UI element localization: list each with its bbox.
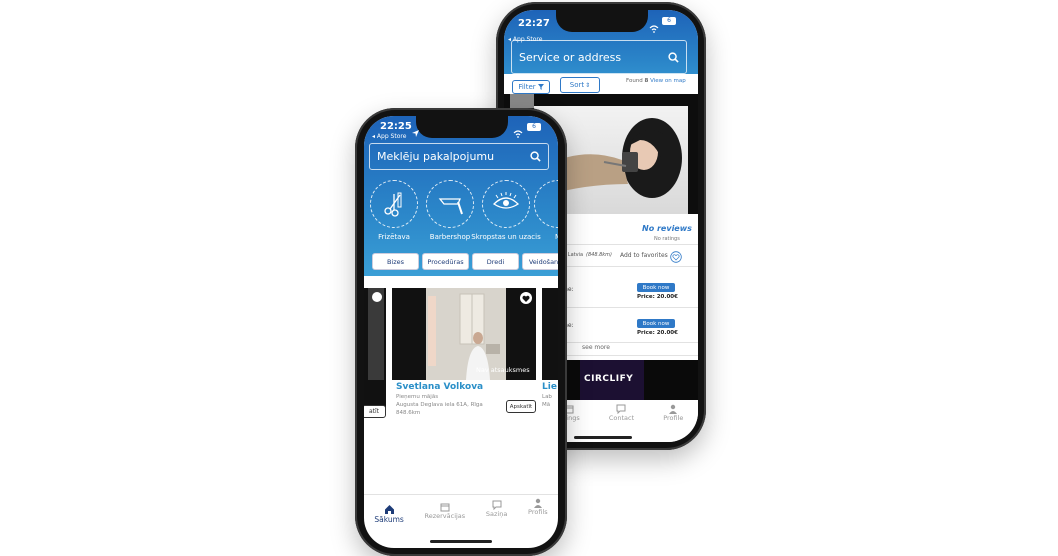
front-tab-bar: Sākums Rezervācijas Saziņa Profils	[364, 498, 558, 540]
partial-card-right-line: Lab	[542, 394, 552, 400]
category-hair-salon[interactable]: Frizētava	[370, 180, 418, 241]
eyelash-icon	[482, 180, 530, 228]
home-indicator	[430, 540, 492, 543]
tab-messages[interactable]: Saziņa	[486, 500, 507, 518]
sort-button[interactable]: Sort ⇕	[560, 77, 600, 93]
category-label: Skropstas un uzacis	[471, 233, 541, 241]
category-label: Barbershop	[429, 233, 471, 241]
partial-card-right[interactable]	[542, 288, 558, 380]
home-indicator	[574, 436, 632, 439]
tab-bookings[interactable]: Rezervācijas	[424, 502, 465, 520]
professional-address: Augusta Deglava iela 61A, Rīga	[396, 402, 483, 408]
search-icon	[530, 151, 541, 162]
found-count-text: Found 8 View on map	[626, 78, 686, 84]
front-screen: 22:25 ◂ App Store 6 Meklēju pakalpojumu …	[364, 116, 558, 548]
slot-price: Price: 20.00€	[637, 330, 678, 336]
filter-pill[interactable]: Bizes	[372, 253, 419, 270]
more-category-icon	[534, 180, 558, 228]
slot-price: Price: 20.00€	[637, 294, 678, 300]
tab-label: Profile	[663, 414, 684, 422]
no-reviews-overlay: Nav atsauksmes	[476, 366, 530, 374]
tab-label: Rezervācijas	[424, 512, 466, 520]
tab-label: Sākums	[374, 515, 404, 524]
back-search-placeholder: Service or address	[519, 50, 622, 64]
battery-icon: 6	[662, 17, 676, 25]
book-now-button[interactable]: Book now	[637, 319, 675, 328]
rating-title: No reviews	[642, 224, 692, 233]
professional-name: Svetlana Volkova	[396, 382, 484, 392]
heart-icon[interactable]	[372, 292, 382, 302]
chat-icon	[616, 404, 626, 414]
tab-label: Saziņa	[485, 510, 508, 518]
professional-distance: 848.6km	[396, 410, 421, 416]
partial-card-right-line: Mā	[542, 402, 551, 408]
category-barbershop[interactable]: Barbershop	[424, 180, 476, 241]
funnel-icon	[537, 84, 544, 90]
front-search-placeholder: Meklēju pakalpojumu	[377, 150, 495, 163]
filter-label: Filter	[518, 83, 536, 91]
rating-subtitle: No ratings	[654, 236, 680, 242]
front-app-store-link[interactable]: ◂ App Store	[372, 133, 406, 140]
tab-contact[interactable]: Contact	[609, 404, 634, 422]
banner-logo-text: CIRCLIFY	[584, 374, 634, 384]
tab-profile[interactable]: Profils	[528, 498, 548, 516]
filter-pill[interactable]: Veidošana	[522, 253, 558, 270]
card-photo: Nav atsauksmes	[392, 288, 536, 380]
favorite-heart-icon[interactable]	[520, 292, 532, 304]
view-button[interactable]: atīt	[364, 405, 386, 418]
scissors-comb-icon	[370, 180, 418, 228]
book-now-button[interactable]: Book now	[637, 283, 675, 292]
filter-button[interactable]: Filter	[512, 80, 550, 94]
tab-label: Contact	[608, 414, 635, 422]
calendar-icon	[440, 503, 450, 512]
partial-card-right-name: Lie	[542, 382, 557, 392]
search-icon	[668, 51, 679, 63]
category-more[interactable]: M	[534, 180, 558, 241]
filter-pill[interactable]: Dredi	[472, 253, 519, 270]
front-phone: 22:25 ◂ App Store 6 Meklēju pakalpojumu …	[355, 108, 567, 556]
see-more-link[interactable]: see more	[582, 344, 610, 351]
promo-banner[interactable]: CIRCLIFY	[556, 360, 698, 400]
user-icon	[533, 498, 542, 508]
distance-text: (848.8km)	[586, 252, 612, 258]
wifi-icon	[649, 18, 659, 37]
user-icon	[669, 404, 678, 414]
found-count: 8	[644, 78, 649, 84]
category-lashes-brows[interactable]: Skropstas un uzacis	[471, 180, 541, 241]
wifi-icon	[513, 123, 523, 142]
professional-card[interactable]: Nav atsauksmes Svetlana Volkova Pieņemu …	[392, 288, 536, 416]
tab-profile[interactable]: Profile	[663, 404, 683, 422]
back-status-time: 22:27	[518, 18, 550, 29]
home-icon	[384, 505, 394, 514]
location-arrow-icon	[412, 122, 419, 141]
chat-icon	[492, 500, 502, 510]
battery-icon: 6	[527, 123, 541, 131]
tab-home[interactable]: Sākums	[374, 504, 404, 524]
view-profile-button[interactable]: Apskatīt	[506, 400, 536, 413]
front-status-time: 22:25	[380, 121, 412, 132]
sort-label: Sort	[569, 81, 585, 89]
filter-pill[interactable]: Procedūras	[422, 253, 469, 270]
tab-label: Profils	[528, 508, 548, 516]
view-on-map-link[interactable]: View on map	[650, 78, 686, 84]
sort-arrows-icon: ⇕	[585, 81, 591, 89]
category-label: M	[554, 233, 558, 241]
category-label: Frizētava	[378, 233, 410, 241]
add-to-favorites-link[interactable]: Add to favorites	[620, 252, 668, 259]
professional-subtitle: Pieņemu mājās	[396, 394, 439, 400]
partial-card-left[interactable]	[364, 288, 386, 412]
straight-razor-icon	[426, 180, 474, 228]
found-prefix: Found	[626, 78, 643, 84]
heart-outline-icon[interactable]	[670, 248, 682, 267]
back-search-input[interactable]: Service or address	[511, 40, 687, 74]
front-search-input[interactable]: Meklēju pakalpojumu	[369, 143, 549, 170]
